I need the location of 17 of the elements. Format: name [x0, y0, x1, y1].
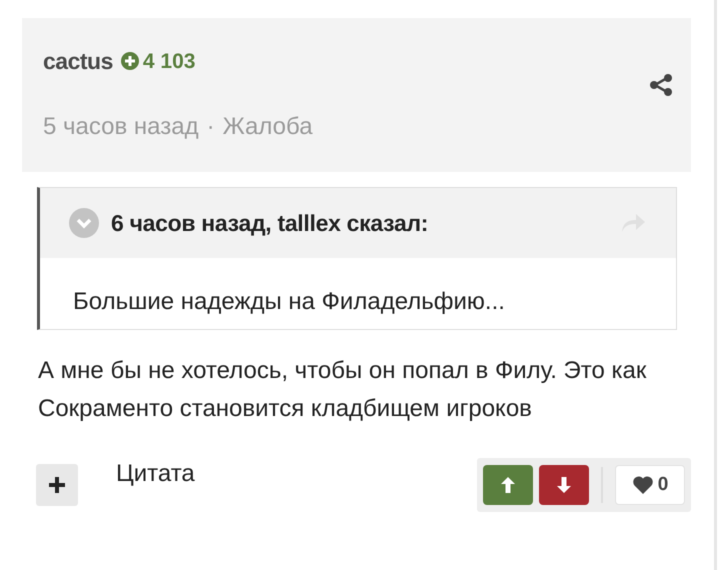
quote-header: 6 часов назад, talllex сказал:	[111, 208, 428, 238]
downvote-button[interactable]	[539, 465, 589, 505]
heart-icon	[632, 475, 654, 495]
separator: ·	[206, 112, 215, 142]
plus-circle-icon	[120, 52, 139, 70]
upvote-button[interactable]	[483, 465, 533, 505]
quote-link[interactable]: Цитата	[116, 456, 195, 492]
share-icon[interactable]	[649, 73, 673, 97]
multiquote-button[interactable]	[36, 464, 78, 506]
quote-text: Большие надежды на Филадельфию...	[72, 287, 506, 317]
plus-icon	[48, 476, 66, 494]
reputation-count: 4 103	[142, 48, 196, 74]
post-text: А мне бы не хотелось, чтобы он попал в Филу. Это как Сокраменто становится кладбищем игроков	[38, 356, 648, 424]
arrow-down-icon	[555, 475, 573, 495]
arrow-up-icon	[499, 475, 517, 495]
like-button[interactable]: 0	[615, 465, 685, 505]
author-name[interactable]: cactus	[43, 44, 113, 78]
